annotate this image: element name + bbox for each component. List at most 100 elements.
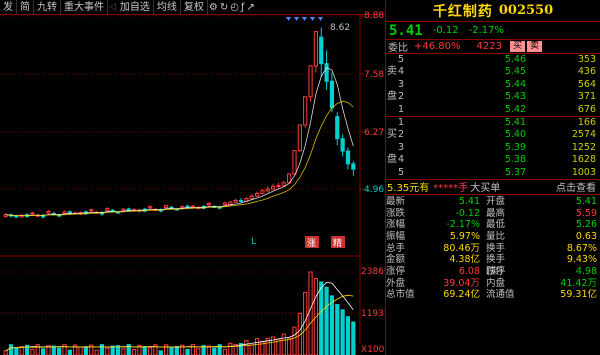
candle-body bbox=[254, 192, 260, 197]
book-volume: 2574 bbox=[571, 129, 596, 141]
volume-bar bbox=[292, 326, 297, 355]
stat-label: 金额 bbox=[386, 254, 406, 266]
top-markers bbox=[286, 17, 323, 21]
stat-label: 最高 bbox=[486, 207, 506, 219]
event-marker-l[interactable]: L bbox=[251, 237, 256, 247]
buy-button[interactable]: 买 bbox=[509, 41, 525, 52]
volume-bar bbox=[351, 321, 356, 355]
order-ratio-diff: 4223 bbox=[476, 41, 502, 52]
stat-value: 4.38亿 bbox=[449, 254, 480, 266]
volume-bar bbox=[164, 344, 169, 355]
volume-bar bbox=[308, 271, 313, 355]
candle-body bbox=[265, 188, 270, 192]
volume-bar bbox=[35, 344, 40, 355]
bid-book: 1 5.41 166 买 2 5.40 2574 3 5.39 1252 盘 4 5.38 1628 5 5.… bbox=[386, 117, 600, 180]
stat-label: 涨跌 bbox=[386, 207, 406, 219]
book-price: 5.40 bbox=[504, 129, 526, 141]
stock-code: 002550 bbox=[498, 3, 554, 18]
sell-button[interactable]: 卖 bbox=[526, 41, 542, 52]
volume-unit-label: X100 bbox=[361, 345, 385, 355]
stat-label: 跌停 bbox=[486, 266, 506, 278]
stat-value: 5.41 bbox=[458, 195, 480, 207]
stat-value: -2.17% bbox=[446, 219, 480, 231]
book-price: 5.41 bbox=[504, 116, 526, 128]
current-price: 5.41 bbox=[389, 22, 423, 39]
book-level: 3 bbox=[398, 78, 405, 90]
order-ratio-row: 委比 +46.80% 4223 买 卖 bbox=[386, 40, 600, 54]
book-volume: 564 bbox=[577, 78, 596, 90]
stat-label: 涨停 bbox=[386, 266, 406, 278]
bid-row[interactable]: 买 2 5.40 2574 bbox=[386, 129, 600, 141]
volume-bar bbox=[3, 350, 8, 355]
event-marker-limit-up[interactable]: 涨 bbox=[307, 238, 316, 249]
volume-bar bbox=[57, 347, 62, 355]
book-price: 5.45 bbox=[504, 66, 526, 78]
candle-body bbox=[308, 65, 313, 98]
book-price: 5.43 bbox=[504, 91, 526, 103]
order-ratio-label: 委比 bbox=[388, 43, 408, 54]
book-price: 5.46 bbox=[504, 54, 526, 65]
big-buy-stars: *****手 bbox=[433, 183, 469, 195]
event-triangle-icon bbox=[302, 17, 307, 21]
price-summary: 5.41 -0.12 -2.17% bbox=[386, 22, 600, 40]
bid-row[interactable]: 3 5.39 1252 bbox=[386, 142, 600, 154]
candle-body bbox=[335, 116, 340, 140]
volume-bar bbox=[41, 348, 46, 355]
order-ratio-value: +46.80% bbox=[414, 41, 461, 52]
volume-bar bbox=[254, 338, 260, 355]
candle-body bbox=[206, 203, 212, 206]
ask-row[interactable]: 卖 4 5.45 436 bbox=[386, 66, 600, 78]
ask-row[interactable]: 5 5.46 353 bbox=[386, 54, 600, 66]
stat-label: 总市值 bbox=[386, 289, 415, 301]
volume-bar bbox=[185, 348, 190, 355]
book-volume: 1252 bbox=[571, 141, 596, 153]
candle-body bbox=[313, 30, 318, 67]
stat-value: 41.42万 bbox=[560, 277, 597, 289]
book-level: 4 bbox=[398, 154, 405, 166]
volume-bar bbox=[62, 344, 67, 355]
stat-label: 开盘 bbox=[486, 195, 506, 207]
stat-value: 69.24亿 bbox=[443, 289, 480, 301]
stat-label: 流通值 bbox=[486, 289, 515, 301]
kline-chart[interactable]: 8.88 7.58 6.27 4.96 8.62 L 涨 精 23869 119… bbox=[0, 0, 385, 355]
ask-row[interactable]: 盘 2 5.43 371 bbox=[386, 91, 600, 103]
book-side-label bbox=[386, 117, 398, 129]
volume-bar bbox=[158, 350, 163, 355]
bid-row[interactable]: 5 5.37 1003 bbox=[386, 167, 600, 179]
stat-value: -0.12 bbox=[455, 207, 480, 219]
volume-bar bbox=[345, 316, 351, 355]
volume-bar bbox=[67, 349, 72, 355]
stat-value: 5.41 bbox=[575, 195, 597, 207]
stat-label: 总手 bbox=[386, 242, 406, 254]
volume-bar bbox=[94, 349, 99, 355]
candle-body bbox=[147, 206, 153, 209]
candle-body bbox=[270, 185, 276, 190]
volume-bar bbox=[83, 346, 89, 355]
book-level: 5 bbox=[398, 166, 405, 178]
book-side-label bbox=[386, 167, 398, 179]
stat-value: 80.46万 bbox=[443, 242, 480, 254]
candle-body bbox=[105, 208, 110, 211]
book-level: 5 bbox=[398, 54, 405, 65]
ask-row[interactable]: 3 5.44 564 bbox=[386, 79, 600, 91]
volume-bar bbox=[174, 346, 179, 355]
quote-panel: 千红制药 002550 5.41 -0.12 -2.17% 委比 +46.80%… bbox=[385, 0, 600, 355]
candle-body bbox=[340, 138, 345, 152]
event-marker-featured[interactable]: 精 bbox=[333, 237, 342, 249]
stat-row: 最新 5.41 开盘 5.41 bbox=[386, 196, 600, 208]
volume-bar bbox=[281, 333, 286, 355]
price-axis-label: 4.96 bbox=[364, 185, 384, 195]
bid-row[interactable]: 盘 4 5.38 1628 bbox=[386, 154, 600, 166]
volume-bar bbox=[121, 348, 126, 355]
book-level: 4 bbox=[398, 66, 405, 78]
stock-app: 发 简 九转 重大事件 ◁ 加自选 均线 复权 ⚙ ↻ ◴ ƒ ↗ 8.88 7… bbox=[0, 0, 600, 355]
candle-body bbox=[297, 124, 302, 152]
bid-row[interactable]: 1 5.41 166 bbox=[386, 117, 600, 129]
ask-row[interactable]: 1 5.42 676 bbox=[386, 104, 600, 116]
volume-bar bbox=[249, 344, 254, 355]
stat-label: 量比 bbox=[486, 230, 506, 242]
view-details-link[interactable]: 点击查看 bbox=[556, 179, 600, 194]
candle-body bbox=[281, 182, 286, 186]
candle-body bbox=[319, 36, 324, 65]
volume-axis-label: 23869 bbox=[361, 267, 385, 277]
